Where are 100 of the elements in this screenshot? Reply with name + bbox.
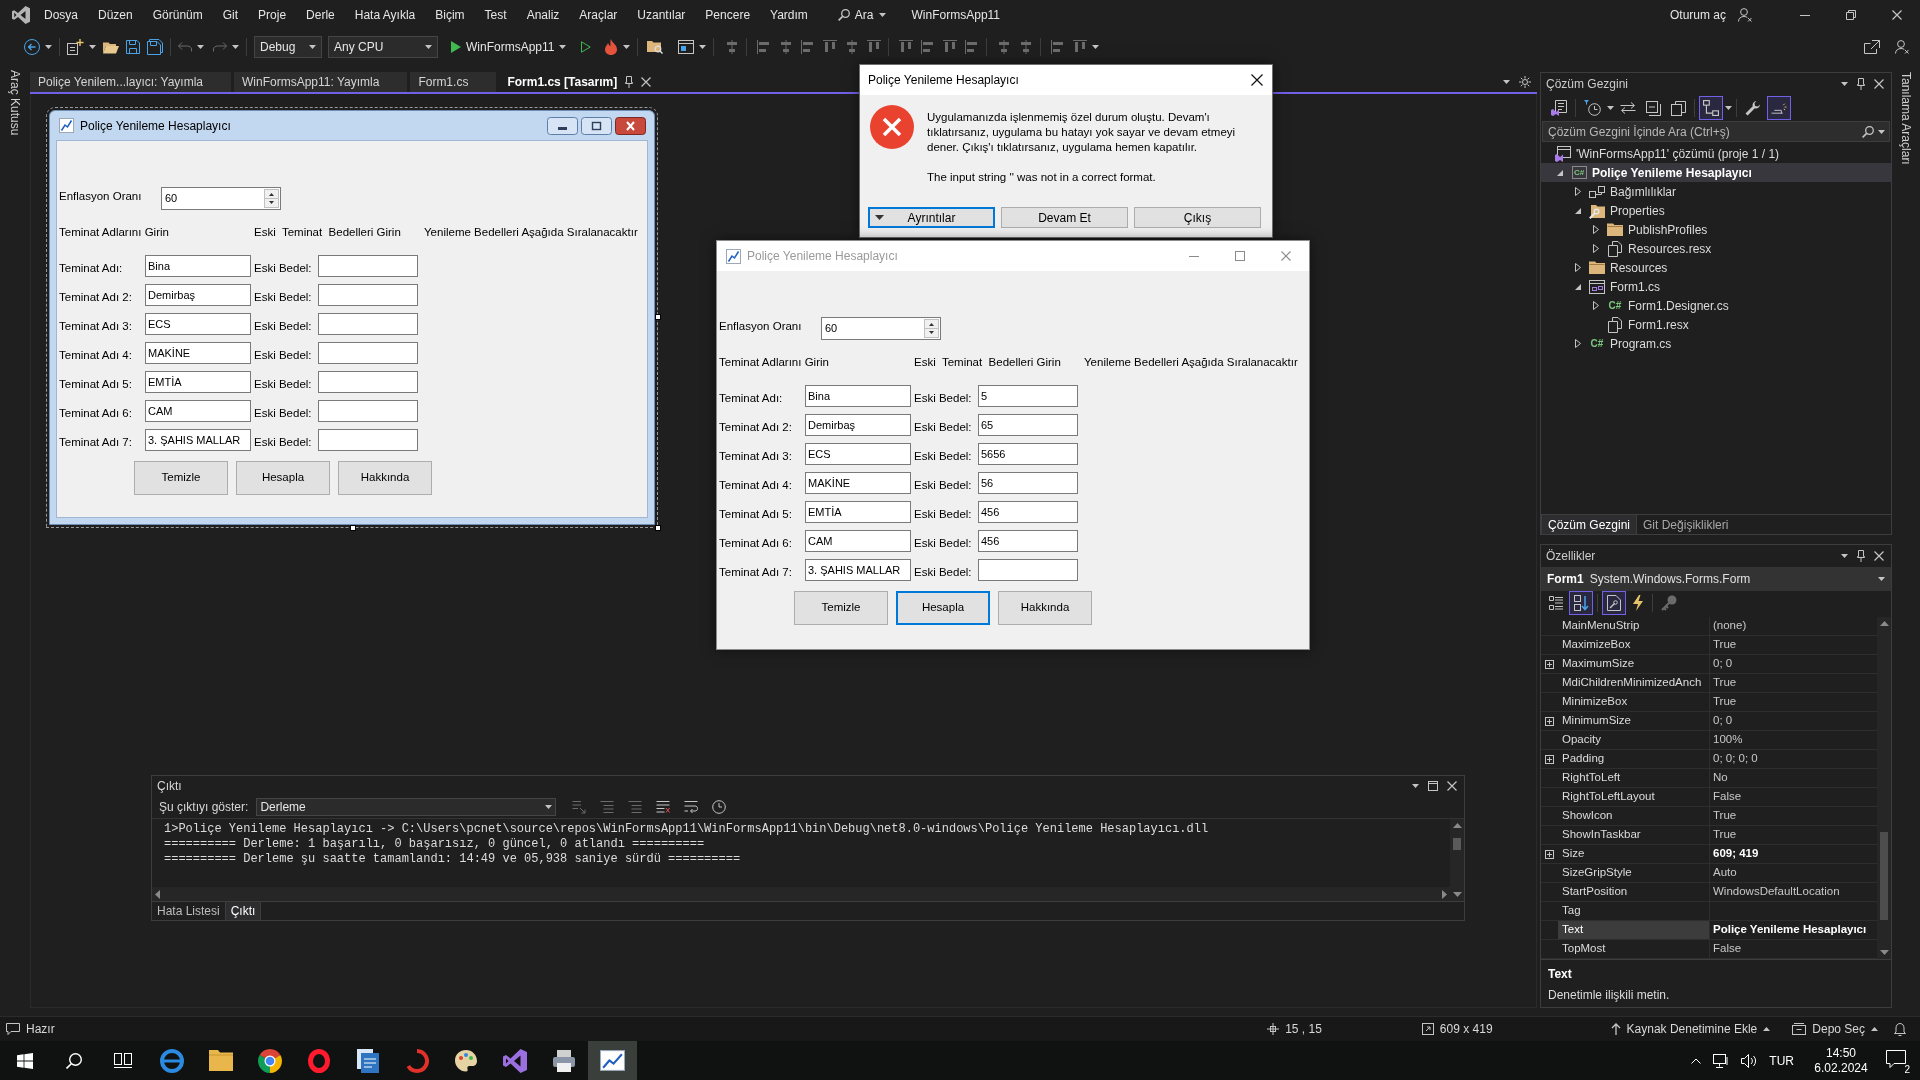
- text-field[interactable]: 65: [978, 413, 1078, 436]
- word-wrap-icon[interactable]: [684, 801, 699, 813]
- document-tab[interactable]: Poliçe Yenilem...layıcı: Yayımla: [30, 72, 231, 92]
- align-bars-icon[interactable]: [845, 40, 860, 54]
- align-bars-icon[interactable]: [943, 40, 958, 54]
- caret-icon[interactable]: [1412, 784, 1419, 788]
- align-bars-icon[interactable]: [757, 40, 772, 54]
- property-value[interactable]: No: [1710, 769, 1877, 787]
- caret-right-icon[interactable]: [1593, 225, 1599, 234]
- text-field[interactable]: MAKİNE: [145, 341, 251, 364]
- property-name[interactable]: SizeGripStyle: [1558, 864, 1710, 882]
- caret-down-icon[interactable]: [1575, 207, 1581, 214]
- wrench-icon[interactable]: [1745, 100, 1761, 116]
- panel-tab[interactable]: Çözüm Gezgini: [1541, 515, 1638, 534]
- output-source-dropdown[interactable]: Derleme: [256, 798, 557, 816]
- text-field[interactable]: [318, 283, 418, 306]
- scrollbar[interactable]: [152, 887, 1450, 901]
- caret-icon[interactable]: [1503, 80, 1510, 84]
- folder-icon[interactable]: [208, 1050, 233, 1071]
- text-field[interactable]: Demirbaş: [145, 283, 251, 306]
- caret-right-icon[interactable]: [1593, 301, 1599, 310]
- ribbon-logo-icon[interactable]: [502, 1048, 527, 1073]
- property-name[interactable]: StartPosition: [1558, 883, 1710, 901]
- caret-down-icon[interactable]: [1557, 169, 1563, 176]
- tree-item[interactable]: Form1.cs: [1541, 277, 1891, 296]
- lightning-icon[interactable]: [1632, 595, 1644, 611]
- segmented-circle-icon[interactable]: [257, 1048, 282, 1073]
- scroll-left-icon[interactable]: [155, 889, 160, 899]
- caret-right-icon[interactable]: [1575, 187, 1581, 196]
- scroll-down-icon[interactable]: [1452, 892, 1462, 897]
- align-bars-icon[interactable]: [867, 40, 882, 54]
- text-field[interactable]: ECS: [145, 312, 251, 335]
- align-bars-icon[interactable]: [1019, 40, 1034, 54]
- add-item-icon[interactable]: [67, 39, 84, 55]
- bell-icon[interactable]: [1894, 1022, 1906, 1036]
- text-field[interactable]: [318, 428, 418, 451]
- undo-icon[interactable]: [178, 42, 192, 52]
- close-icon[interactable]: [615, 116, 646, 135]
- text-field[interactable]: 5: [978, 384, 1078, 407]
- align-bars-icon[interactable]: [725, 40, 740, 54]
- source-control-button[interactable]: Kaynak Denetimine Ekle: [1610, 1020, 1771, 1038]
- property-value[interactable]: WindowsDefaultLocation: [1710, 883, 1877, 901]
- property-name[interactable]: RightToLeftLayout: [1558, 788, 1710, 806]
- close-icon[interactable]: [1251, 74, 1263, 86]
- text-field[interactable]: [318, 370, 418, 393]
- maximize-icon[interactable]: [1428, 781, 1438, 791]
- property-value[interactable]: 609; 419: [1710, 845, 1877, 863]
- hierarchy-icon[interactable]: [1699, 96, 1723, 120]
- platform-dropdown[interactable]: Any CPU: [328, 36, 438, 58]
- tree-item[interactable]: Resources.resx: [1541, 239, 1891, 258]
- window-icon[interactable]: [678, 40, 695, 54]
- minimize-icon[interactable]: [547, 116, 578, 135]
- tree-item[interactable]: Properties: [1541, 201, 1891, 220]
- minus-box-icon[interactable]: [1646, 100, 1661, 116]
- monitor-icon[interactable]: [1713, 1053, 1730, 1068]
- pin-icon[interactable]: [1857, 550, 1865, 562]
- menu-item[interactable]: Düzen: [88, 0, 143, 30]
- printer-icon[interactable]: [552, 1049, 575, 1072]
- page-wrench-icon[interactable]: [1602, 591, 1626, 615]
- speaker-icon[interactable]: [1741, 1053, 1758, 1068]
- property-value[interactable]: True: [1710, 674, 1877, 692]
- dialog-button[interactable]: Ayrıntılar: [868, 207, 995, 228]
- dialog-button[interactable]: Devam Et: [1001, 207, 1128, 228]
- text-field[interactable]: Demirbaş: [805, 413, 911, 436]
- caret-icon[interactable]: [699, 45, 707, 49]
- text-field[interactable]: [318, 399, 418, 422]
- text-field[interactable]: 5656: [978, 442, 1078, 465]
- property-value[interactable]: Poliçe Yenileme Hesaplayıcı: [1710, 921, 1877, 939]
- list-icon[interactable]: [1549, 596, 1563, 610]
- text-field[interactable]: EMTİA: [145, 370, 251, 393]
- menu-item[interactable]: Araçlar: [569, 0, 628, 30]
- clock-button[interactable]: 14:50 6.02.2024: [1808, 1045, 1874, 1076]
- ring-icon[interactable]: [306, 1048, 331, 1073]
- person-icon[interactable]: [1895, 40, 1909, 54]
- scrollbar-thumb[interactable]: [1880, 832, 1888, 920]
- search-icon[interactable]: [1862, 125, 1874, 138]
- scroll-right-icon[interactable]: [1442, 889, 1447, 899]
- property-name[interactable]: MinimizeBox: [1558, 693, 1710, 711]
- document-tab[interactable]: WinFormsApp11: Yayımla: [234, 72, 408, 92]
- redo-icon[interactable]: [213, 42, 227, 52]
- sign-in-button[interactable]: Oturum aç: [1670, 6, 1726, 24]
- caret-icon[interactable]: [197, 45, 204, 49]
- property-name[interactable]: Text: [1558, 921, 1710, 939]
- property-value[interactable]: False: [1710, 788, 1877, 806]
- text-field[interactable]: 456: [978, 500, 1078, 523]
- notification-button[interactable]: 2: [1886, 1049, 1910, 1072]
- folder-search-icon[interactable]: [647, 40, 664, 54]
- scroll-down-icon[interactable]: [1879, 950, 1889, 955]
- arc-icon[interactable]: [404, 1048, 429, 1073]
- clock-icon[interactable]: [1584, 100, 1601, 116]
- menu-item[interactable]: Hata Ayıkla: [344, 0, 426, 30]
- property-name[interactable]: ShowIcon: [1558, 807, 1710, 825]
- plus-box-icon[interactable]: [1545, 849, 1554, 859]
- pin-icon[interactable]: [1857, 78, 1865, 90]
- property-name[interactable]: MdiChildrenMinimizedAnch: [1558, 674, 1710, 692]
- align-bars-icon[interactable]: [801, 40, 816, 54]
- align-bars-icon[interactable]: [823, 40, 838, 54]
- align-bars-icon[interactable]: [779, 40, 794, 54]
- property-value[interactable]: (none): [1710, 617, 1877, 635]
- menu-item[interactable]: Git: [212, 0, 249, 30]
